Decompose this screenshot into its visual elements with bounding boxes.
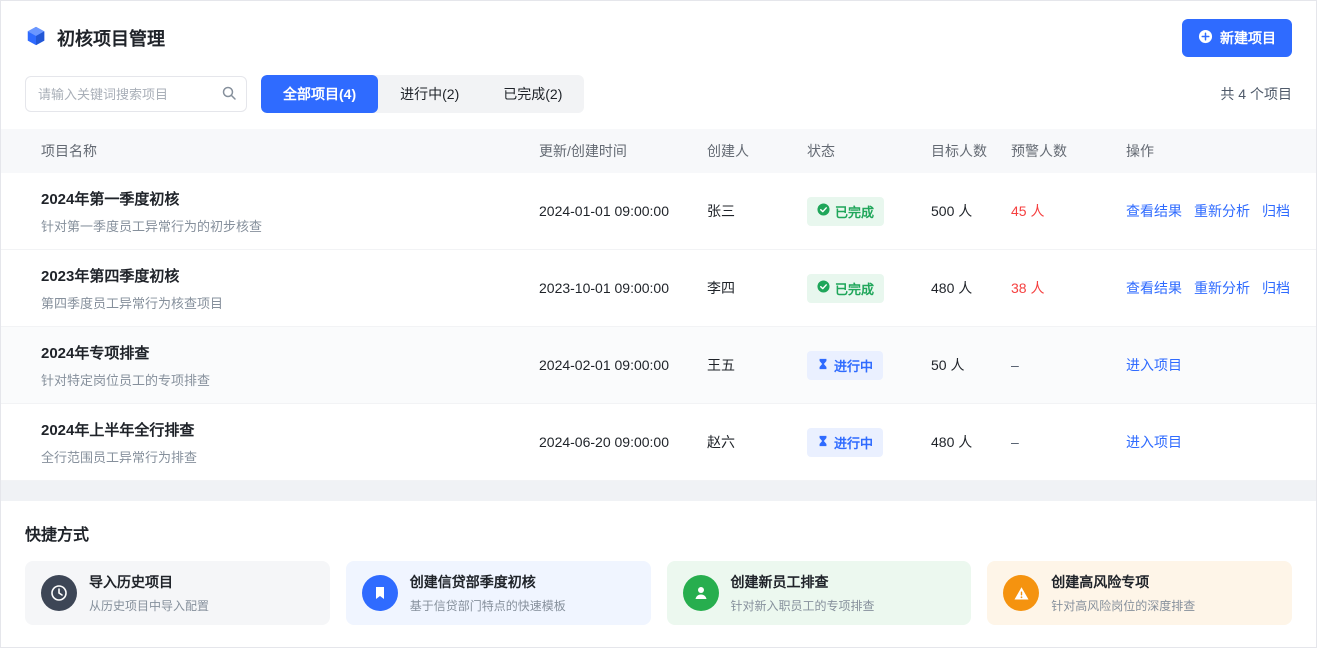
tab-all-projects[interactable]: 全部项目(4) — [261, 75, 378, 113]
shortcut-desc: 从历史项目中导入配置 — [89, 597, 209, 614]
hourglass-icon — [817, 435, 829, 450]
tab-in-progress[interactable]: 进行中(2) — [378, 75, 481, 113]
warning-triangle-icon — [1003, 575, 1039, 611]
shortcut-high-risk-special[interactable]: 创建高风险专项 针对高风险岗位的深度排查 — [987, 561, 1292, 625]
project-tabs: 全部项目(4) 进行中(2) 已完成(2) — [261, 75, 584, 113]
check-circle-icon — [817, 203, 830, 219]
status-badge: 已完成 — [807, 197, 884, 226]
status-label: 进行中 — [834, 356, 873, 375]
project-warning: – — [1011, 357, 1126, 373]
view-result-link[interactable]: 查看结果 — [1126, 278, 1182, 298]
search-input[interactable] — [25, 76, 247, 112]
search-box — [25, 76, 247, 112]
col-time: 更新/创建时间 — [539, 141, 707, 161]
table-row: 2023年第四季度初核 第四季度员工异常行为核查项目 2023-10-01 09… — [1, 250, 1316, 327]
bookmark-icon — [362, 575, 398, 611]
project-creator: 李四 — [707, 278, 807, 298]
col-actions: 操作 — [1126, 141, 1292, 161]
project-name: 2024年第一季度初核 — [41, 188, 539, 209]
total-count: 共 4 个项目 — [1220, 84, 1292, 104]
project-warning: 38 人 — [1011, 278, 1126, 298]
table-row: 2024年上半年全行排查 全行范围员工异常行为排查 2024-06-20 09:… — [1, 404, 1316, 481]
check-circle-icon — [817, 280, 830, 296]
project-time: 2023-10-01 09:00:00 — [539, 280, 707, 296]
project-time: 2024-02-01 09:00:00 — [539, 357, 707, 373]
new-project-label: 新建项目 — [1220, 28, 1276, 48]
status-badge: 进行中 — [807, 351, 883, 380]
project-desc: 第四季度员工异常行为核查项目 — [41, 293, 539, 312]
new-project-button[interactable]: 新建项目 — [1182, 19, 1292, 57]
status-label: 已完成 — [835, 202, 874, 221]
reanalyze-link[interactable]: 重新分析 — [1194, 201, 1250, 221]
plus-circle-icon — [1198, 29, 1213, 47]
project-name: 2023年第四季度初核 — [41, 265, 539, 286]
shortcut-desc: 基于信贷部门特点的快速模板 — [410, 597, 566, 614]
shortcut-desc: 针对新入职员工的专项排查 — [731, 597, 875, 614]
project-creator: 赵六 — [707, 432, 807, 452]
person-icon — [683, 575, 719, 611]
section-gap — [1, 481, 1316, 501]
enter-project-link[interactable]: 进入项目 — [1126, 432, 1182, 452]
shortcut-new-employee-check[interactable]: 创建新员工排查 针对新入职员工的专项排查 — [667, 561, 972, 625]
clock-icon — [41, 575, 77, 611]
shortcut-credit-dept-review[interactable]: 创建信贷部季度初核 基于信贷部门特点的快速模板 — [346, 561, 651, 625]
shortcut-title: 导入历史项目 — [89, 572, 209, 592]
project-time: 2024-01-01 09:00:00 — [539, 203, 707, 219]
project-name: 2024年上半年全行排查 — [41, 419, 539, 440]
col-name: 项目名称 — [41, 141, 539, 161]
col-status: 状态 — [807, 141, 931, 161]
project-warning: 45 人 — [1011, 201, 1126, 221]
shortcuts-title: 快捷方式 — [25, 521, 1292, 545]
shortcuts-panel: 快捷方式 导入历史项目 从历史项目中导入配置 — [1, 501, 1316, 647]
col-target: 目标人数 — [931, 141, 1011, 161]
page-title: 初核项目管理 — [57, 25, 165, 51]
project-target: 50 人 — [931, 355, 1011, 375]
tab-completed[interactable]: 已完成(2) — [481, 75, 584, 113]
project-desc: 针对特定岗位员工的专项排查 — [41, 370, 539, 389]
shortcut-title: 创建高风险专项 — [1051, 572, 1195, 592]
archive-link[interactable]: 归档 — [1262, 278, 1290, 298]
project-desc: 针对第一季度员工异常行为的初步核查 — [41, 216, 539, 235]
archive-link[interactable]: 归档 — [1262, 201, 1290, 221]
project-target: 500 人 — [931, 201, 1011, 221]
shortcut-import-history[interactable]: 导入历史项目 从历史项目中导入配置 — [25, 561, 330, 625]
col-warning: 预警人数 — [1011, 141, 1126, 161]
project-desc: 全行范围员工异常行为排查 — [41, 447, 539, 466]
reanalyze-link[interactable]: 重新分析 — [1194, 278, 1250, 298]
project-warning: – — [1011, 434, 1126, 450]
top-panel: 初核项目管理 新建项目 — [1, 1, 1316, 481]
project-creator: 张三 — [707, 201, 807, 221]
status-badge: 进行中 — [807, 428, 883, 457]
cube-icon — [25, 25, 47, 52]
col-creator: 创建人 — [707, 141, 807, 161]
status-label: 进行中 — [834, 433, 873, 452]
view-result-link[interactable]: 查看结果 — [1126, 201, 1182, 221]
search-icon — [221, 85, 237, 106]
status-badge: 已完成 — [807, 274, 884, 303]
shortcut-title: 创建信贷部季度初核 — [410, 572, 566, 592]
table-row: 2024年第一季度初核 针对第一季度员工异常行为的初步核查 2024-01-01… — [1, 173, 1316, 250]
project-creator: 王五 — [707, 355, 807, 375]
app-header: 初核项目管理 新建项目 — [1, 1, 1316, 69]
project-name: 2024年专项排查 — [41, 342, 539, 363]
project-target: 480 人 — [931, 278, 1011, 298]
shortcut-desc: 针对高风险岗位的深度排查 — [1051, 597, 1195, 614]
table-header-row: 项目名称 更新/创建时间 创建人 状态 目标人数 预警人数 操作 — [1, 129, 1316, 173]
status-label: 已完成 — [835, 279, 874, 298]
page: 初核项目管理 新建项目 — [0, 0, 1317, 648]
enter-project-link[interactable]: 进入项目 — [1126, 355, 1182, 375]
shortcut-title: 创建新员工排查 — [731, 572, 875, 592]
project-time: 2024-06-20 09:00:00 — [539, 434, 707, 450]
toolbar: 全部项目(4) 进行中(2) 已完成(2) 共 4 个项目 — [1, 69, 1316, 129]
project-target: 480 人 — [931, 432, 1011, 452]
table-row: 2024年专项排查 针对特定岗位员工的专项排查 2024-02-01 09:00… — [1, 327, 1316, 404]
hourglass-icon — [817, 358, 829, 373]
